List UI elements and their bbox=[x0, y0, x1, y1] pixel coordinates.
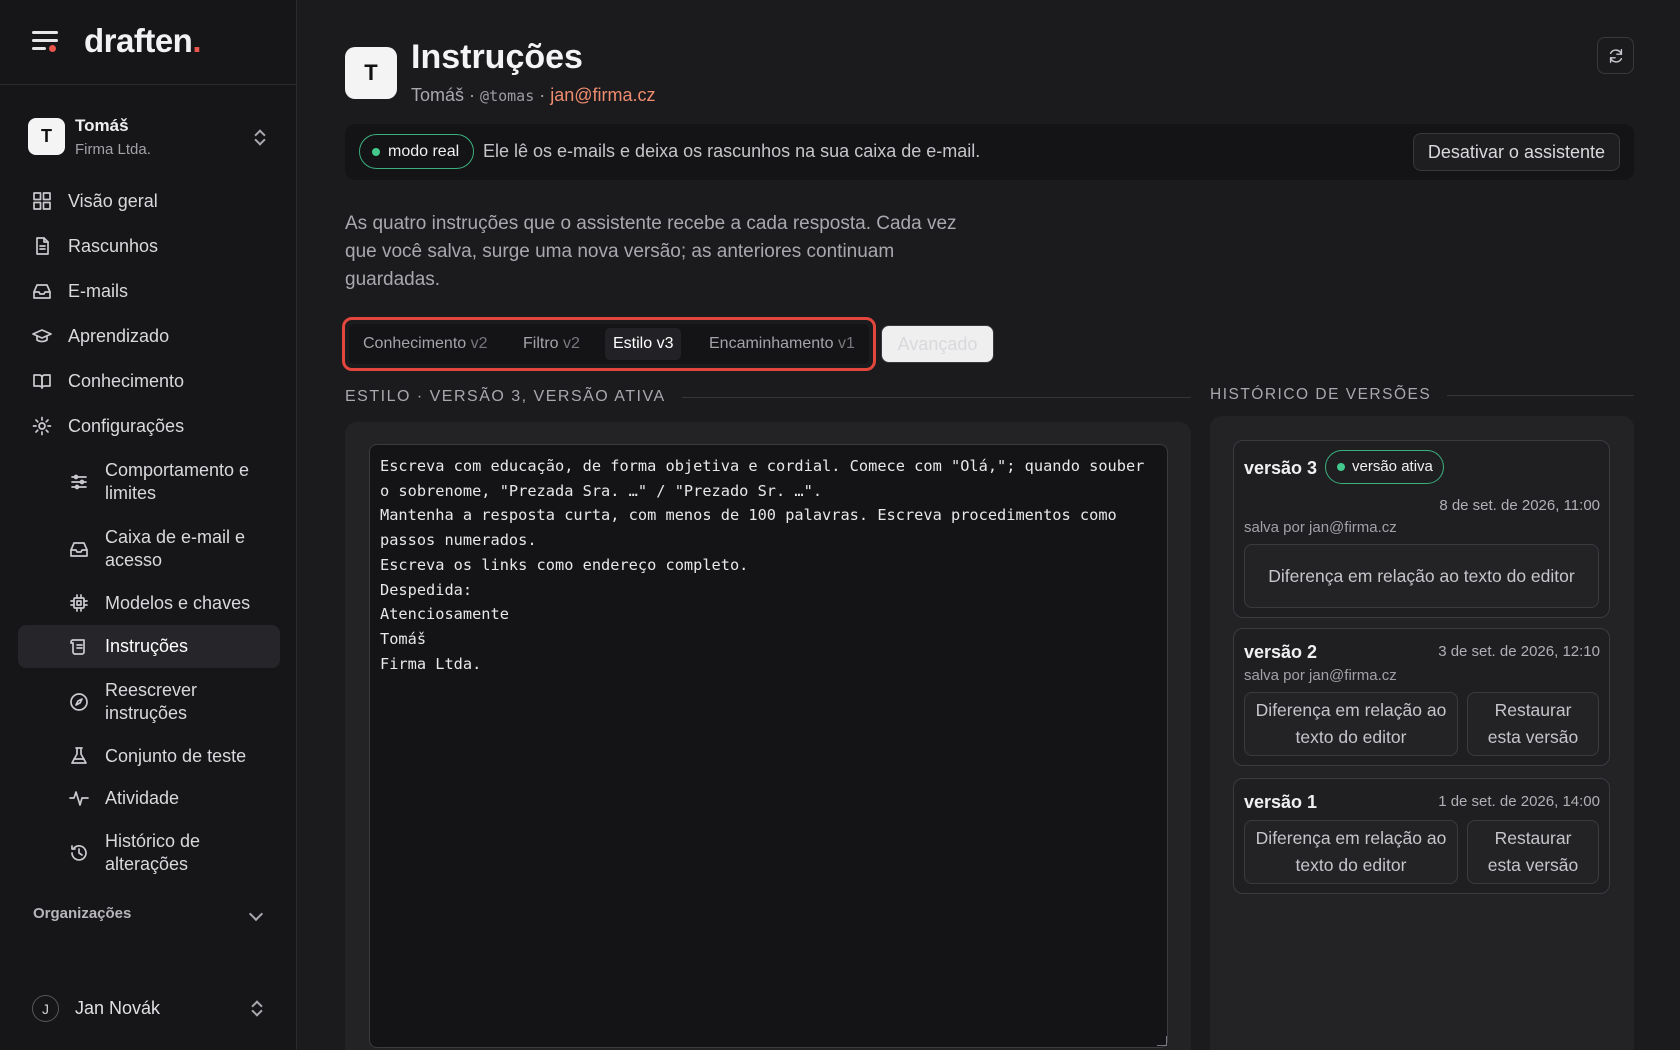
inbox-icon bbox=[70, 542, 88, 557]
account-switcher[interactable]: T Tomáš Firma Ltda. bbox=[18, 108, 280, 168]
nav-settings[interactable]: Configurações bbox=[18, 411, 280, 441]
tab-knowledge[interactable]: Conhecimento v2 bbox=[355, 328, 496, 360]
mode-badge: modo real bbox=[359, 134, 475, 169]
sidebar: draften. T Tomáš Firma Ltda. Visão geral… bbox=[0, 0, 297, 1050]
version-card: versão 1 1 de set. de 2026, 14:00 Difere… bbox=[1233, 778, 1610, 894]
nav-mailbox[interactable]: Caixa de e-mail e acesso bbox=[18, 525, 280, 573]
graduation-cap-icon bbox=[32, 329, 52, 343]
chevron-down-icon[interactable] bbox=[248, 906, 264, 922]
document-icon bbox=[36, 237, 49, 255]
nav-activity[interactable]: Atividade bbox=[18, 783, 280, 813]
history-icon bbox=[71, 845, 87, 861]
resize-handle-icon[interactable] bbox=[1157, 1036, 1167, 1046]
sliders-icon bbox=[71, 474, 87, 490]
flask-icon bbox=[71, 747, 87, 764]
page-avatar: T bbox=[345, 47, 397, 99]
instruction-tabs: Conhecimento v2 Filtro v2 Estilo v3 Enca… bbox=[349, 324, 869, 364]
active-version-badge: versão ativa bbox=[1325, 450, 1444, 484]
advanced-button[interactable]: Avançado bbox=[881, 325, 994, 363]
nav-knowledge[interactable]: Conhecimento bbox=[18, 366, 280, 396]
version-card: versão 2 3 de set. de 2026, 12:10 salva … bbox=[1233, 628, 1610, 766]
nav-rewrite[interactable]: Reescrever instruções bbox=[18, 678, 280, 726]
nav-instructions[interactable]: Instruções bbox=[18, 625, 280, 668]
history-heading: HISTÓRICO DE VERSÕES bbox=[1210, 386, 1634, 404]
gear-icon bbox=[32, 416, 52, 436]
user-avatar: J bbox=[32, 995, 59, 1022]
restore-button[interactable]: Restaurar esta versão bbox=[1467, 692, 1599, 756]
refresh-button[interactable] bbox=[1597, 37, 1634, 74]
editor-heading: ESTILO · VERSÃO 3, VERSÃO ATIVA bbox=[345, 388, 1191, 406]
page-subtitle: Tomáš · @tomas · jan@firma.cz bbox=[411, 85, 656, 105]
account-org: Firma Ltda. bbox=[75, 141, 151, 158]
logo: draften. bbox=[84, 22, 202, 59]
tab-routing[interactable]: Encaminhamento v1 bbox=[701, 328, 863, 360]
nav-overview[interactable]: Visão geral bbox=[18, 186, 280, 216]
refresh-icon bbox=[1609, 48, 1622, 63]
tab-style[interactable]: Estilo v3 bbox=[605, 328, 682, 360]
menu-icon[interactable] bbox=[32, 31, 58, 53]
page-description: As quatro instruções que o assistente re… bbox=[345, 213, 957, 290]
chevron-updown-icon bbox=[254, 129, 266, 145]
user-name: Jan Novák bbox=[75, 998, 161, 1018]
mode-banner: modo real Ele lê os e-mails e deixa os r… bbox=[345, 124, 1634, 180]
version-history: versão 3 versão ativa 8 de set. de 2026,… bbox=[1210, 416, 1634, 1050]
instruction-editor[interactable]: Escreva com educação, de forma objetiva … bbox=[369, 444, 1168, 1048]
nav-change-history[interactable]: Histórico de alterações bbox=[18, 829, 280, 877]
book-open-icon bbox=[33, 374, 51, 389]
scroll-icon bbox=[70, 638, 85, 655]
version-card: versão 3 versão ativa 8 de set. de 2026,… bbox=[1233, 440, 1610, 618]
diff-button[interactable]: Diferença em relação ao texto do editor bbox=[1244, 544, 1599, 608]
account-name: Tomáš bbox=[75, 116, 129, 135]
organizations-toggle[interactable]: Organizações bbox=[33, 905, 131, 922]
nav-drafts[interactable]: Rascunhos bbox=[18, 231, 280, 261]
brand-bar: draften. bbox=[0, 0, 297, 85]
chip-icon bbox=[70, 594, 88, 612]
activity-icon bbox=[69, 791, 89, 806]
user-menu[interactable]: J Jan Novák bbox=[18, 990, 280, 1026]
compass-icon bbox=[70, 693, 88, 711]
nav-testset[interactable]: Conjunto de teste bbox=[18, 741, 280, 771]
nav-learned[interactable]: Aprendizado bbox=[18, 321, 280, 351]
page-title: Instruções bbox=[411, 38, 583, 76]
nav-models[interactable]: Modelos e chaves bbox=[18, 588, 280, 618]
restore-button[interactable]: Restaurar esta versão bbox=[1467, 820, 1599, 884]
email-link[interactable]: jan@firma.cz bbox=[550, 85, 655, 105]
inbox-icon bbox=[33, 284, 51, 299]
nav-behavior[interactable]: Comportamento e limites bbox=[18, 458, 280, 506]
editor-card: Escreva com educação, de forma objetiva … bbox=[345, 422, 1191, 1050]
diff-button[interactable]: Diferença em relação ao texto do editor bbox=[1244, 692, 1458, 756]
disable-assistant-button[interactable]: Desativar o assistente bbox=[1412, 133, 1620, 171]
diff-button[interactable]: Diferença em relação ao texto do editor bbox=[1244, 820, 1458, 884]
chevron-updown-icon bbox=[251, 1000, 263, 1016]
grid-icon bbox=[33, 192, 51, 210]
banner-text: Ele lê os e-mails e deixa os rascunhos n… bbox=[483, 141, 981, 161]
tab-filter[interactable]: Filtro v2 bbox=[515, 328, 588, 360]
account-avatar: T bbox=[28, 118, 65, 155]
nav-emails[interactable]: E-mails bbox=[18, 276, 280, 306]
